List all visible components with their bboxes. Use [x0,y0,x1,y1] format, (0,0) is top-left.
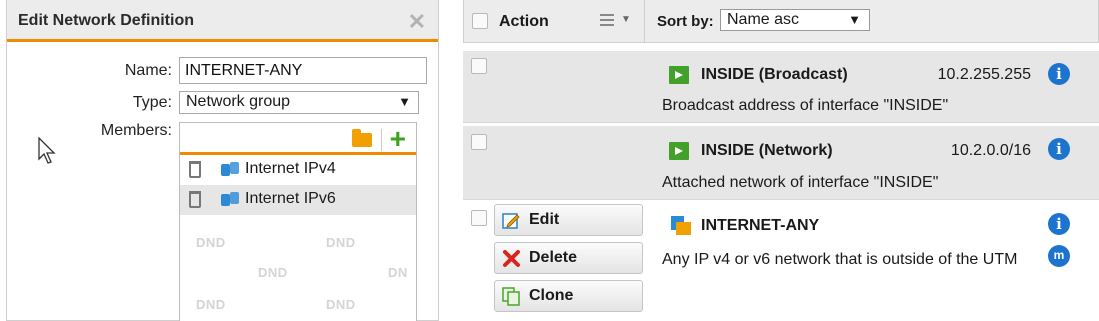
trash-icon[interactable] [189,161,201,178]
row-checkbox[interactable] [471,210,487,226]
member-row[interactable]: Internet IPv6 [180,185,416,215]
network-icon [221,192,239,208]
dialog-header: Edit Network Definition ✕ [7,0,438,42]
object-title: INTERNET-ANY [701,217,820,234]
mouse-cursor-icon [38,137,56,164]
object-address: 10.2.255.255 [937,66,1031,83]
toolbar-divider [381,129,382,151]
network-group-icon [671,216,691,235]
object-list: Action ▼ Sort by: Name asc ▼ INSIDE (Bro… [463,0,1099,321]
info-icon[interactable]: i [1048,213,1070,235]
edit-button[interactable]: Edit [494,204,643,236]
dialog-title: Edit Network Definition [18,12,194,29]
close-icon[interactable]: ✕ [408,9,426,35]
delete-button[interactable]: Delete [494,242,643,274]
chevron-down-icon: ▼ [848,12,861,27]
screen: Edit Network Definition ✕ Name: Type: Ne… [0,0,1099,321]
clone-button[interactable]: Clone [494,280,643,312]
dnd-watermark: DND [258,265,288,280]
chevron-down-icon[interactable]: ▼ [621,14,631,25]
folder-icon[interactable] [352,129,372,147]
member-label: Internet IPv4 [245,160,336,177]
object-address: 10.2.0.0/16 [950,142,1031,159]
member-info-icon[interactable]: m [1048,245,1070,267]
type-label: Type: [132,94,172,111]
row-checkbox[interactable] [471,134,487,150]
member-label: Internet IPv6 [245,190,336,207]
dnd-watermark: DND [196,297,226,312]
type-select[interactable]: Network group ▼ [179,91,419,114]
edit-network-dialog: Edit Network Definition ✕ Name: Type: Ne… [6,0,439,321]
name-label: Name: [124,62,172,79]
object-title: INSIDE (Broadcast) [701,66,848,83]
clone-icon [502,287,520,306]
delete-icon [503,250,520,267]
list-item: INSIDE (Network) 10.2.0.0/16 i Attached … [463,126,1099,200]
dnd-watermark: DN [388,265,408,280]
interface-icon [669,66,689,84]
list-item: Edit Delete Clone INTERNET-ANY i m Any I… [463,203,1099,321]
select-all-checkbox[interactable] [472,13,488,29]
network-icon [221,162,239,178]
action-column-label: Action [499,13,549,30]
member-row[interactable]: Internet IPv4 [180,155,416,185]
object-description: Broadcast address of interface "INSIDE" [662,97,949,114]
header-divider [644,0,645,43]
object-title: INSIDE (Network) [701,142,833,159]
add-icon[interactable]: + [390,123,406,155]
delete-label: Delete [529,249,578,266]
list-view-icon[interactable] [600,14,616,27]
info-icon[interactable]: i [1048,63,1070,85]
trash-icon[interactable] [189,191,201,208]
object-description: Attached network of interface "INSIDE" [662,174,939,191]
edit-icon [502,213,520,229]
sort-label: Sort by: [657,13,714,30]
sort-select-value: Name asc [727,11,800,28]
members-label: Members: [100,122,172,139]
dnd-watermark: DND [326,297,356,312]
members-box: + Internet IPv4 Internet IPv6 DND DND DN… [179,122,417,321]
edit-label: Edit [529,211,560,228]
dnd-watermark: DND [326,235,356,250]
list-item: INSIDE (Broadcast) 10.2.255.255 i Broadc… [463,51,1099,123]
row-checkbox[interactable] [471,58,487,74]
clone-label: Clone [529,287,574,304]
info-icon[interactable]: i [1048,138,1070,160]
dnd-watermark: DND [196,235,226,250]
chevron-down-icon: ▼ [398,94,411,109]
sort-select[interactable]: Name asc ▼ [720,9,870,31]
interface-icon [669,142,689,160]
object-description: Any IP v4 or v6 network that is outside … [662,251,1018,268]
members-toolbar: + [180,123,416,155]
list-header: Action ▼ Sort by: Name asc ▼ [463,0,1099,43]
type-select-value: Network group [186,93,291,110]
name-field[interactable] [179,57,427,84]
